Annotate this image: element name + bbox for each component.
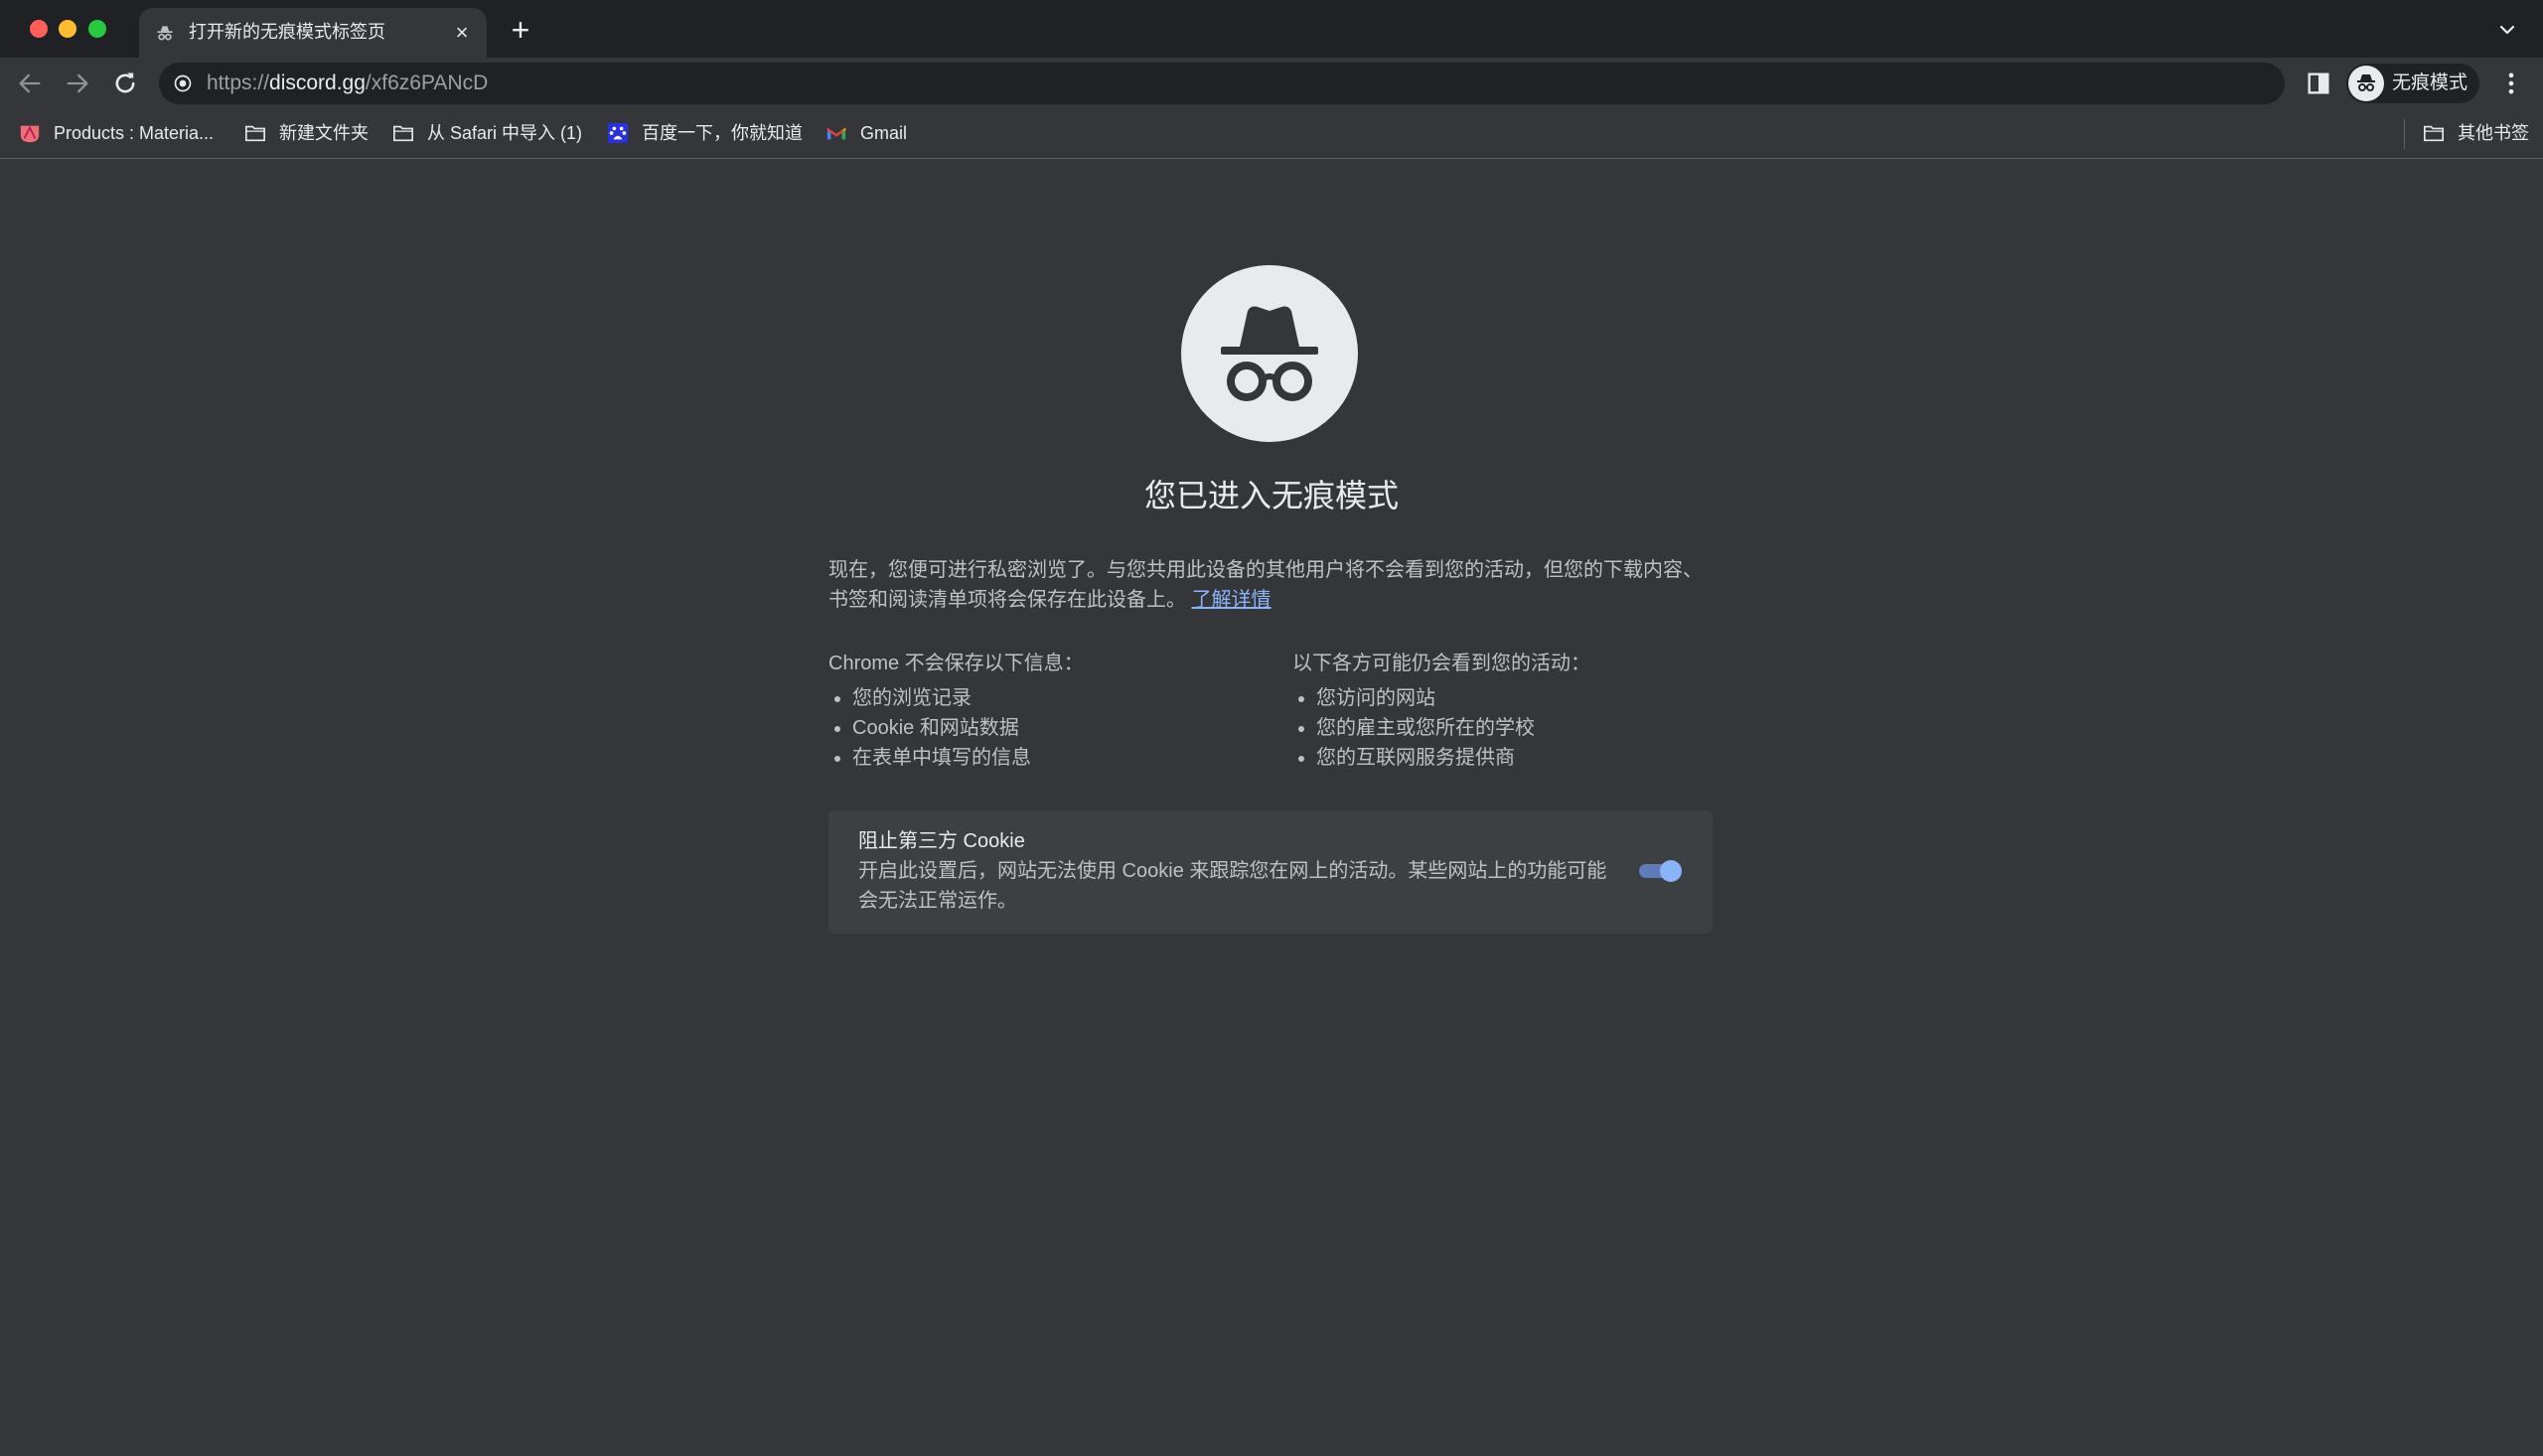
url-host: discord.gg — [269, 72, 366, 94]
may-see-list: 您访问的网站 您的雇主或您所在的学校 您的互联网服务提供商 — [1292, 683, 1720, 773]
bookmark-item[interactable]: Gmail — [824, 119, 924, 147]
intro-text: 现在，您便可进行私密浏览了。与您共用此设备的其他用户将不会看到您的活动，但您的下… — [828, 555, 1713, 615]
bookmark-label: 新建文件夹 — [279, 123, 369, 143]
gmail-favicon-icon — [826, 127, 846, 140]
bookmark-label: Gmail — [860, 123, 908, 143]
list-item: Cookie 和网站数据 — [852, 713, 1256, 743]
cookie-card-title: 阻止第三方 Cookie — [858, 830, 1025, 852]
may-see-section: 以下各方可能仍会看到您的活动： 您访问的网站 您的雇主或您所在的学校 您的互联网… — [1292, 649, 1720, 773]
url-scheme: https:// — [207, 72, 270, 94]
url-text[interactable]: https://discord.gg/xf6z6PANcD — [207, 72, 488, 95]
tab-strip: 打开新的无痕模式标签页 × + — [0, 0, 2543, 58]
minimize-window-button[interactable] — [59, 20, 76, 38]
tab-close-icon[interactable]: × — [451, 22, 473, 44]
list-item: 您的雇主或您所在的学校 — [1316, 713, 1720, 743]
tab-search-chevron-icon[interactable] — [2495, 18, 2519, 42]
bookmark-item[interactable]: Products : Materia... — [18, 119, 226, 147]
list-item: 您的浏览记录 — [852, 683, 1256, 713]
incognito-hero-icon — [1181, 265, 1358, 442]
baidu-favicon-icon — [607, 122, 629, 144]
folder-icon — [2424, 125, 2444, 142]
third-party-cookie-card: 阻止第三方 Cookie 开启此设置后，网站无法使用 Cookie 来跟踪您在网… — [828, 810, 1713, 934]
toolbar: https://discord.gg/xf6z6PANcD 无痕模式 — [0, 58, 2543, 109]
incognito-profile-button[interactable]: 无痕模式 — [2346, 64, 2479, 103]
url-path: /xf6z6PANcD — [365, 72, 489, 94]
tab-title: 打开新的无痕模式标签页 — [189, 22, 385, 42]
cookie-card-description: 开启此设置后，网站无法使用 Cookie 来跟踪您在网上的活动。某些网站上的功能… — [858, 860, 1607, 912]
incognito-ntp: 您已进入无痕模式 现在，您便可进行私密浏览了。与您共用此设备的其他用户将不会看到… — [0, 160, 2543, 1456]
bookmark-label: 百度一下，你就知道 — [642, 123, 803, 143]
forward-arrow-icon[interactable] — [64, 70, 91, 97]
bookmark-label: 其他书签 — [2458, 123, 2529, 143]
bookmarks-separator — [2404, 119, 2405, 149]
not-saved-list: 您的浏览记录 Cookie 和网站数据 在表单中填写的信息 — [828, 683, 1256, 773]
tab-incognito[interactable]: 打开新的无痕模式标签页 × — [139, 8, 487, 58]
more-menu-icon[interactable] — [2497, 70, 2525, 97]
other-bookmarks-folder[interactable]: 其他书签 — [2422, 119, 2531, 147]
bookmarks-bar: Products : Materia... 新建文件夹 从 Safari 中导入… — [0, 109, 2543, 159]
close-window-button[interactable] — [30, 20, 48, 38]
not-saved-section: Chrome 不会保存以下信息： 您的浏览记录 Cookie 和网站数据 在表单… — [828, 649, 1256, 773]
bookmark-item[interactable]: 新建文件夹 — [243, 119, 373, 147]
reload-icon[interactable] — [111, 70, 139, 97]
bookmark-item[interactable]: 从 Safari 中导入 (1) — [391, 119, 590, 147]
back-arrow-icon[interactable] — [16, 70, 44, 97]
address-bar[interactable]: https://discord.gg/xf6z6PANcD — [159, 63, 2285, 104]
materialize-favicon-icon — [20, 125, 40, 143]
list-item: 在表单中填写的信息 — [852, 743, 1256, 773]
block-cookies-toggle[interactable] — [1635, 859, 1683, 883]
incognito-profile-label: 无痕模式 — [2392, 73, 2468, 93]
list-item: 您访问的网站 — [1316, 683, 1720, 713]
folder-icon — [245, 125, 265, 142]
list-item: 您的互联网服务提供商 — [1316, 743, 1720, 773]
page-title: 您已进入无痕模式 — [1143, 478, 1399, 513]
may-see-title: 以下各方可能仍会看到您的活动： — [1292, 653, 1590, 674]
not-saved-title: Chrome 不会保存以下信息： — [828, 653, 1084, 674]
bookmark-label: 从 Safari 中导入 (1) — [427, 123, 583, 143]
incognito-avatar-icon — [2348, 66, 2384, 101]
bookmark-item[interactable]: 百度一下，你就知道 — [606, 119, 805, 147]
incognito-icon — [157, 26, 173, 41]
site-info-icon[interactable] — [173, 73, 193, 93]
side-panel-icon[interactable] — [2305, 70, 2332, 97]
learn-more-link[interactable]: 了解详情 — [1192, 589, 1272, 611]
folder-icon — [393, 125, 413, 142]
bookmark-label: Products : Materia... — [54, 123, 215, 143]
new-tab-button[interactable]: + — [507, 14, 534, 46]
fullscreen-window-button[interactable] — [88, 20, 106, 38]
toggle-knob — [1660, 860, 1682, 882]
